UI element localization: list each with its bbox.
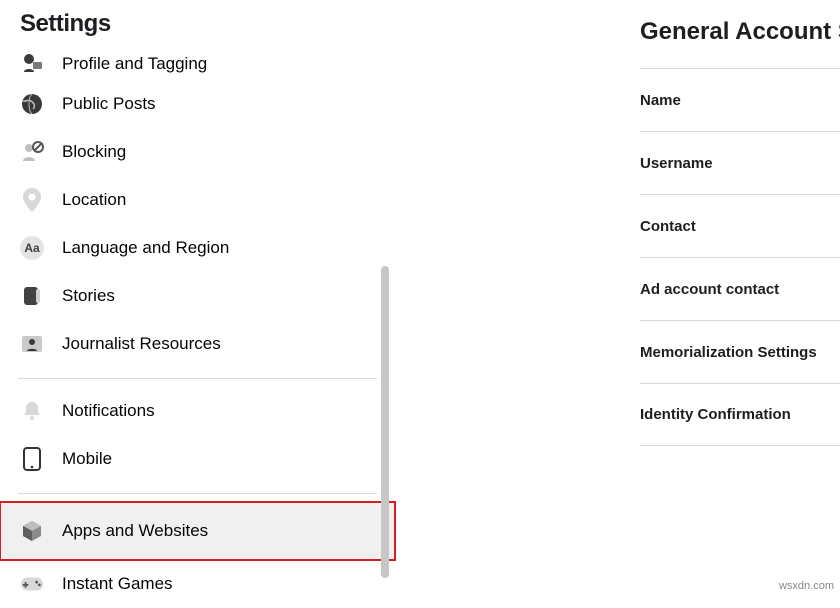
sidebar-divider bbox=[18, 493, 377, 494]
settings-rows: Name Username Contact Ad account contact… bbox=[640, 68, 840, 446]
sidebar-item-label: Apps and Websites bbox=[62, 521, 208, 541]
location-icon bbox=[20, 188, 44, 212]
row-name[interactable]: Name bbox=[640, 68, 840, 131]
mobile-icon bbox=[20, 447, 44, 471]
sidebar-item-instant-games[interactable]: Instant Games bbox=[0, 560, 395, 608]
language-icon: Aa bbox=[20, 236, 44, 260]
main-title: General Account Settings bbox=[415, 18, 840, 46]
globe-icon bbox=[20, 92, 44, 116]
sidebar-item-label: Notifications bbox=[62, 401, 155, 421]
sidebar-item-label: Blocking bbox=[62, 142, 126, 162]
row-identity-confirmation[interactable]: Identity Confirmation bbox=[640, 383, 840, 446]
sidebar-item-blocking[interactable]: Blocking bbox=[0, 128, 395, 176]
sidebar-item-apps-websites[interactable]: Apps and Websites bbox=[0, 502, 395, 560]
row-label: Identity Confirmation bbox=[640, 406, 791, 423]
sidebar-item-stories[interactable]: Stories bbox=[0, 272, 395, 320]
sidebar-item-mobile[interactable]: Mobile bbox=[0, 435, 395, 483]
sidebar-item-label: Location bbox=[62, 190, 126, 210]
sidebar-divider bbox=[18, 378, 377, 379]
sidebar-item-public-posts[interactable]: Public Posts bbox=[0, 80, 395, 128]
sidebar-item-label: Instant Games bbox=[62, 574, 173, 594]
journalist-icon bbox=[20, 332, 44, 356]
row-label: Name bbox=[640, 92, 681, 109]
row-label: Memorialization Settings bbox=[640, 344, 817, 361]
sidebar-scrollbar[interactable] bbox=[381, 266, 389, 578]
sidebar-item-label: Journalist Resources bbox=[62, 334, 221, 354]
sidebar-item-label: Mobile bbox=[62, 449, 112, 469]
profile-tag-icon bbox=[20, 50, 44, 74]
row-username[interactable]: Username bbox=[640, 131, 840, 194]
row-label: Contact bbox=[640, 218, 696, 235]
page-title: Settings bbox=[0, 0, 395, 38]
sidebar-item-label: Stories bbox=[62, 286, 115, 306]
sidebar-item-label: Public Posts bbox=[62, 94, 156, 114]
sidebar-item-label: Profile and Tagging bbox=[62, 54, 207, 74]
sidebar-item-notifications[interactable]: Notifications bbox=[0, 387, 395, 435]
sidebar-item-location[interactable]: Location bbox=[0, 176, 395, 224]
row-ad-account-contact[interactable]: Ad account contact bbox=[640, 257, 840, 320]
cube-icon bbox=[20, 519, 44, 543]
row-label: Username bbox=[640, 155, 713, 172]
sidebar-item-label: Language and Region bbox=[62, 238, 229, 258]
sidebar-item-profile-tagging[interactable]: Profile and Tagging bbox=[0, 44, 395, 80]
stories-icon bbox=[20, 284, 44, 308]
row-contact[interactable]: Contact bbox=[640, 194, 840, 257]
sidebar-menu: Profile and Tagging Public Posts Blockin… bbox=[0, 44, 395, 608]
blocking-icon bbox=[20, 140, 44, 164]
row-memorialization[interactable]: Memorialization Settings bbox=[640, 320, 840, 383]
sidebar-item-language[interactable]: Aa Language and Region bbox=[0, 224, 395, 272]
row-label: Ad account contact bbox=[640, 281, 779, 298]
sidebar-item-journalist[interactable]: Journalist Resources bbox=[0, 320, 395, 368]
bell-icon bbox=[20, 399, 44, 423]
gamepad-icon bbox=[20, 572, 44, 596]
settings-sidebar: Settings Profile and Tagging Public Post… bbox=[0, 0, 395, 596]
watermark: wsxdn.com bbox=[779, 580, 834, 592]
main-panel: General Account Settings Name Username C… bbox=[415, 0, 840, 446]
